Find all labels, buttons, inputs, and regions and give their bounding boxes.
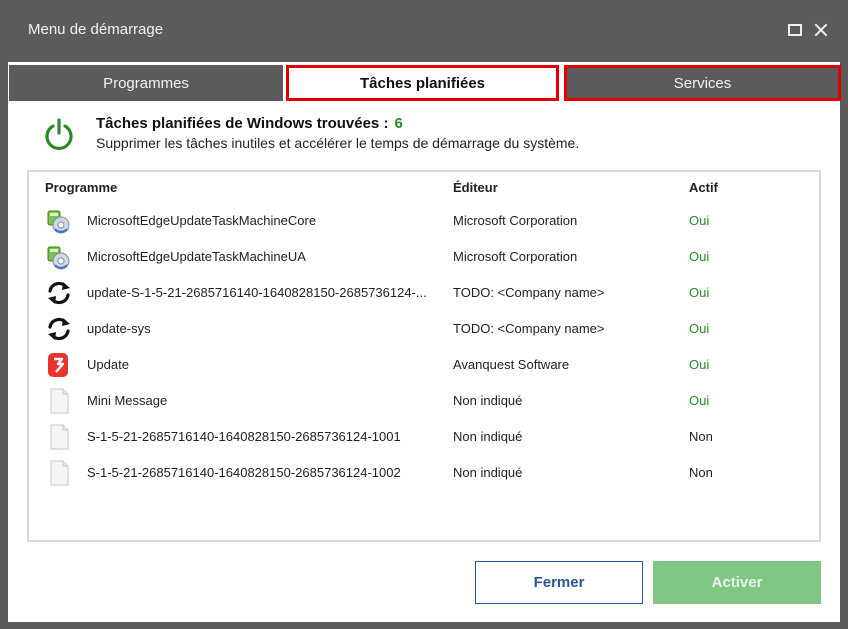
tasks-table[interactable]: Programme Éditeur Actif MicrosoftEdgeUpd… [27,170,821,542]
task-editor: TODO: <Company name> [453,285,605,300]
task-editor: Non indiqué [453,465,523,480]
task-active-status: Oui [689,285,710,300]
task-name: S-1-5-21-2685716140-1640828150-268573612… [87,465,401,480]
maximize-icon[interactable] [786,21,804,39]
sync-icon [45,315,73,343]
header-title-text: Tâches planifiées de Windows trouvées : [96,115,389,132]
column-header-program[interactable]: Programme [45,180,117,195]
task-active-status: Non [689,465,713,480]
edge-update-icon [45,243,73,271]
task-editor: Microsoft Corporation [453,213,578,228]
tab-services[interactable]: Services [564,65,841,101]
blank-file-icon [45,459,73,487]
task-name: MicrosoftEdgeUpdateTaskMachineCore [87,213,317,228]
window-title: Menu de démarrage [28,21,164,38]
task-editor: Microsoft Corporation [453,249,578,264]
column-header-active[interactable]: Actif [689,180,718,195]
task-active-status: Oui [689,321,710,336]
task-active-status: Non [689,429,713,444]
task-active-status: Oui [689,357,710,372]
table-row[interactable]: MicrosoftEdgeUpdateTaskMachineCore Micros… [29,203,819,239]
task-editor: Non indiqué [453,393,523,408]
table-row[interactable]: Mini Message Non indiqué Oui [29,383,819,419]
tab-scheduled-tasks[interactable]: Tâches planifiées [286,65,559,101]
task-editor: TODO: <Company name> [453,321,605,336]
close-button[interactable]: Fermer [475,561,643,604]
task-name: update-S-1-5-21-2685716140-1640828150-26… [87,285,427,300]
power-icon [45,118,73,150]
table-row[interactable]: update-sys TODO: <Company name> Oui [29,311,819,347]
task-editor: Non indiqué [453,429,523,444]
task-active-status: Oui [689,393,710,408]
blank-file-icon [45,387,73,415]
header-title: Tâches planifiées de Windows trouvées : 6 [96,115,403,132]
activate-button: Activer [653,561,821,604]
header-subtitle: Supprimer les tâches inutiles et accélér… [96,135,580,151]
task-name: Update [87,357,129,372]
task-name: Mini Message [87,393,168,408]
column-header-editor[interactable]: Éditeur [453,180,498,195]
table-row[interactable]: S-1-5-21-2685716140-1640828150-268573612… [29,419,819,455]
task-name: MicrosoftEdgeUpdateTaskMachineUA [87,249,306,264]
edge-update-icon [45,207,73,235]
task-name: S-1-5-21-2685716140-1640828150-268573612… [87,429,401,444]
table-row[interactable]: Update Avanquest Software Oui [29,347,819,383]
table-row[interactable]: S-1-5-21-2685716140-1640828150-268573612… [29,455,819,491]
close-icon[interactable] [812,21,830,39]
blank-file-icon [45,423,73,451]
task-active-status: Oui [689,249,710,264]
table-row[interactable]: MicrosoftEdgeUpdateTaskMachineUA Microsof… [29,239,819,275]
title-bar[interactable]: Menu de démarrage [0,0,848,62]
task-editor: Avanquest Software [453,357,570,372]
tab-programmes[interactable]: Programmes [9,65,283,101]
avanquest-icon [45,351,73,379]
task-name: update-sys [87,321,151,336]
content-area: Programmes Tâches planifiées Services Tâ… [8,62,841,622]
sync-icon [45,279,73,307]
task-count: 6 [394,115,403,132]
table-row[interactable]: update-S-1-5-21-2685716140-1640828150-26… [29,275,819,311]
startup-manager-window: Menu de démarrage Programmes Tâches plan… [0,0,848,629]
task-active-status: Oui [689,213,710,228]
